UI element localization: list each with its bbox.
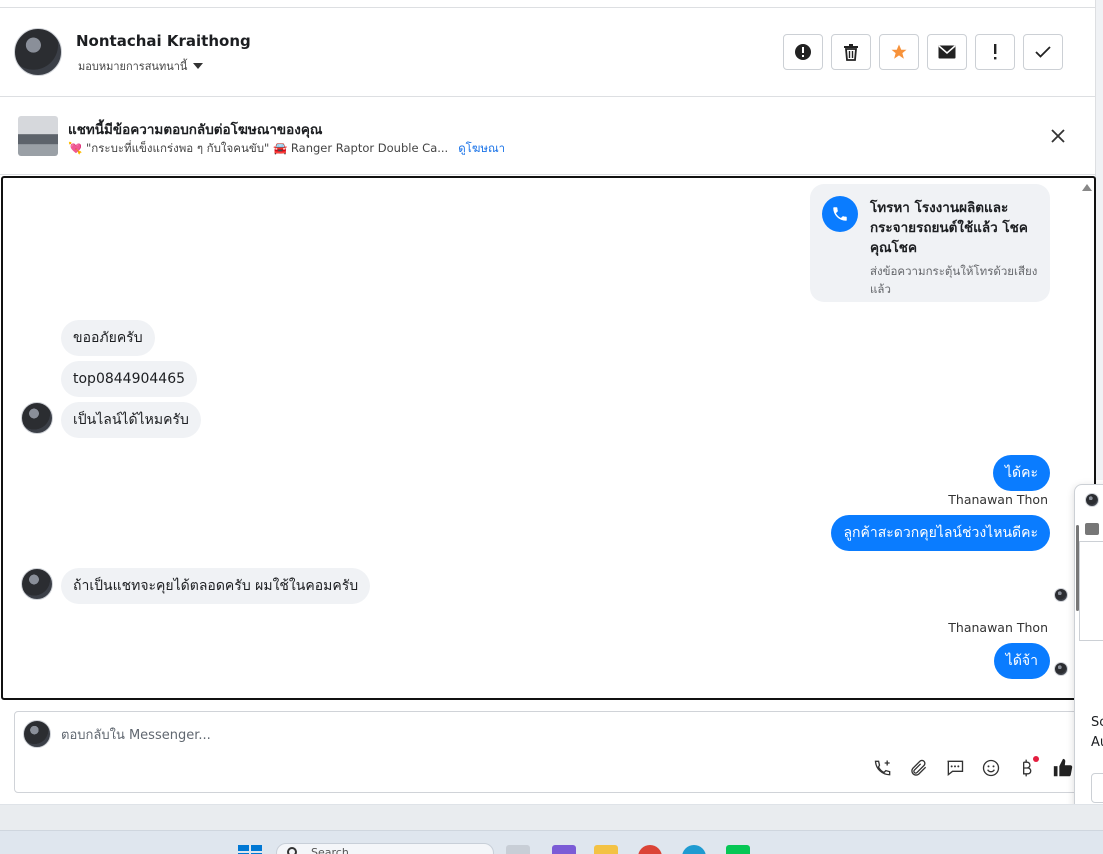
payment-button[interactable]: [1015, 756, 1039, 780]
smiley-icon: [982, 759, 1000, 777]
copilot-icon[interactable]: [552, 845, 576, 854]
close-icon[interactable]: [1049, 127, 1067, 145]
message-bubble[interactable]: ได้คะ: [992, 455, 1050, 491]
call-card-title: โทรหา โรงงานผลิตและกระจายรถยนต์ใช้แล้ว โ…: [870, 200, 1028, 256]
floating-text-line: Sc: [1091, 715, 1103, 730]
taskbar-search[interactable]: Search: [276, 843, 494, 854]
task-view-icon[interactable]: [506, 845, 530, 854]
chrome-icon[interactable]: [638, 845, 662, 854]
call-plus-button[interactable]: [871, 756, 895, 780]
reply-input[interactable]: [61, 724, 761, 746]
read-receipt-avatar: [1054, 662, 1068, 676]
phone-plus-icon: [874, 760, 891, 776]
view-ad-link[interactable]: ดูโฆษณา: [458, 140, 505, 158]
mark-done-button[interactable]: [1023, 34, 1063, 70]
call-card-subtitle: ส่งข้อความกระตุ้นให้โทรด้วยเสียงแล้ว: [870, 264, 1038, 296]
trash-icon: [844, 44, 858, 61]
right-edge-strip: [1095, 0, 1103, 480]
windows-taskbar: Search: [0, 830, 1103, 854]
assign-conversation-dropdown[interactable]: มอบหมายการสนทนานี้: [78, 57, 204, 75]
sender-avatar[interactable]: [21, 402, 53, 434]
thumbs-up-icon: [1053, 758, 1073, 777]
message-bubble[interactable]: เป็นไลน์ได้ไหมครับ: [61, 402, 201, 438]
phone-icon: [822, 196, 858, 232]
message-thread[interactable]: โทรหา โรงงานผลิตและกระจายรถยนต์ใช้แล้ว โ…: [1, 176, 1096, 700]
message-bubble[interactable]: ขออภัยครับ: [61, 320, 155, 356]
emoji-button[interactable]: [979, 756, 1003, 780]
notification-dot: [1033, 756, 1039, 762]
header-actions: [783, 34, 1063, 70]
floating-text-line: Au: [1091, 735, 1103, 750]
floating-ad-thumbnail: [1085, 523, 1099, 535]
ad-banner-subtitle: 💘 "กระบะที่แข็งแกร่งพอ ๆ กับใจคนขับ" 🚘 R…: [68, 140, 505, 158]
sender-avatar[interactable]: [21, 568, 53, 600]
exclamation-icon: [994, 44, 997, 60]
saved-replies-button[interactable]: [943, 756, 967, 780]
mark-unread-button[interactable]: [927, 34, 967, 70]
windows-start-icon[interactable]: [238, 845, 262, 854]
call-request-card: โทรหา โรงงานผลิตและกระจายรถยนต์ใช้แล้ว โ…: [810, 184, 1050, 302]
message-bubble[interactable]: top0844904465: [61, 361, 198, 397]
paperclip-icon: [911, 759, 927, 776]
edge-icon[interactable]: [682, 845, 706, 854]
ad-reply-banner: แชทนี้มีข้อความตอบกลับต่อโฆษณาของคุณ 💘 "…: [0, 97, 1095, 175]
line-icon[interactable]: [726, 845, 750, 854]
attach-button[interactable]: [907, 756, 931, 780]
delete-button[interactable]: [831, 34, 871, 70]
conversation-header: Nontachai Kraithong มอบหมายการสนทนานี้: [0, 8, 1095, 97]
sender-name: Thanawan Thon: [948, 492, 1048, 507]
star-icon: [891, 44, 907, 59]
star-button[interactable]: [879, 34, 919, 70]
message-bubble[interactable]: ลูกค้าสะดวกคุยไลน์ช่วงไหนดีคะ: [831, 515, 1050, 551]
reply-composer: [14, 711, 1096, 793]
alert-circle-icon: [795, 44, 811, 60]
follow-up-button[interactable]: [975, 34, 1015, 70]
search-icon: [287, 847, 297, 854]
message-bubble[interactable]: ได้จ้า: [993, 643, 1050, 679]
spam-button[interactable]: [783, 34, 823, 70]
ad-thumbnail[interactable]: [18, 116, 58, 156]
contact-avatar[interactable]: [14, 28, 62, 76]
ad-caption: 💘 "กระบะที่แข็งแกร่งพอ ๆ กับใจคนขับ" 🚘 R…: [68, 141, 449, 155]
floating-chat-window[interactable]: Sc Au: [1074, 484, 1103, 820]
scroll-up-arrow-icon[interactable]: [1082, 184, 1092, 191]
page-footer-strip: [0, 804, 1103, 830]
chat-bubble-icon: [947, 760, 964, 777]
assign-label: มอบหมายการสนทนานี้: [78, 60, 188, 73]
page-avatar: [23, 720, 51, 748]
file-explorer-icon[interactable]: [594, 845, 618, 854]
composer-tools: [871, 756, 1075, 780]
mail-icon: [938, 45, 956, 59]
sender-name: Thanawan Thon: [948, 620, 1048, 635]
taskbar-search-label: Search: [311, 846, 349, 854]
read-receipt-avatar: [1054, 588, 1068, 602]
message-bubble[interactable]: ถ้าเป็นแชทจะคุยได้ตลอดครับ ผมใช้ในคอมครั…: [61, 568, 371, 604]
check-icon: [1035, 46, 1051, 58]
like-button[interactable]: [1051, 756, 1075, 780]
floating-message-box: [1079, 541, 1103, 641]
floating-action-button[interactable]: [1091, 773, 1103, 803]
top-strip: [0, 0, 1095, 8]
floating-avatar: [1085, 493, 1099, 507]
baht-icon: [1023, 759, 1032, 777]
contact-name[interactable]: Nontachai Kraithong: [76, 32, 251, 50]
caret-down-icon: [193, 63, 204, 69]
ad-banner-title: แชทนี้มีข้อความตอบกลับต่อโฆษณาของคุณ: [68, 122, 323, 138]
